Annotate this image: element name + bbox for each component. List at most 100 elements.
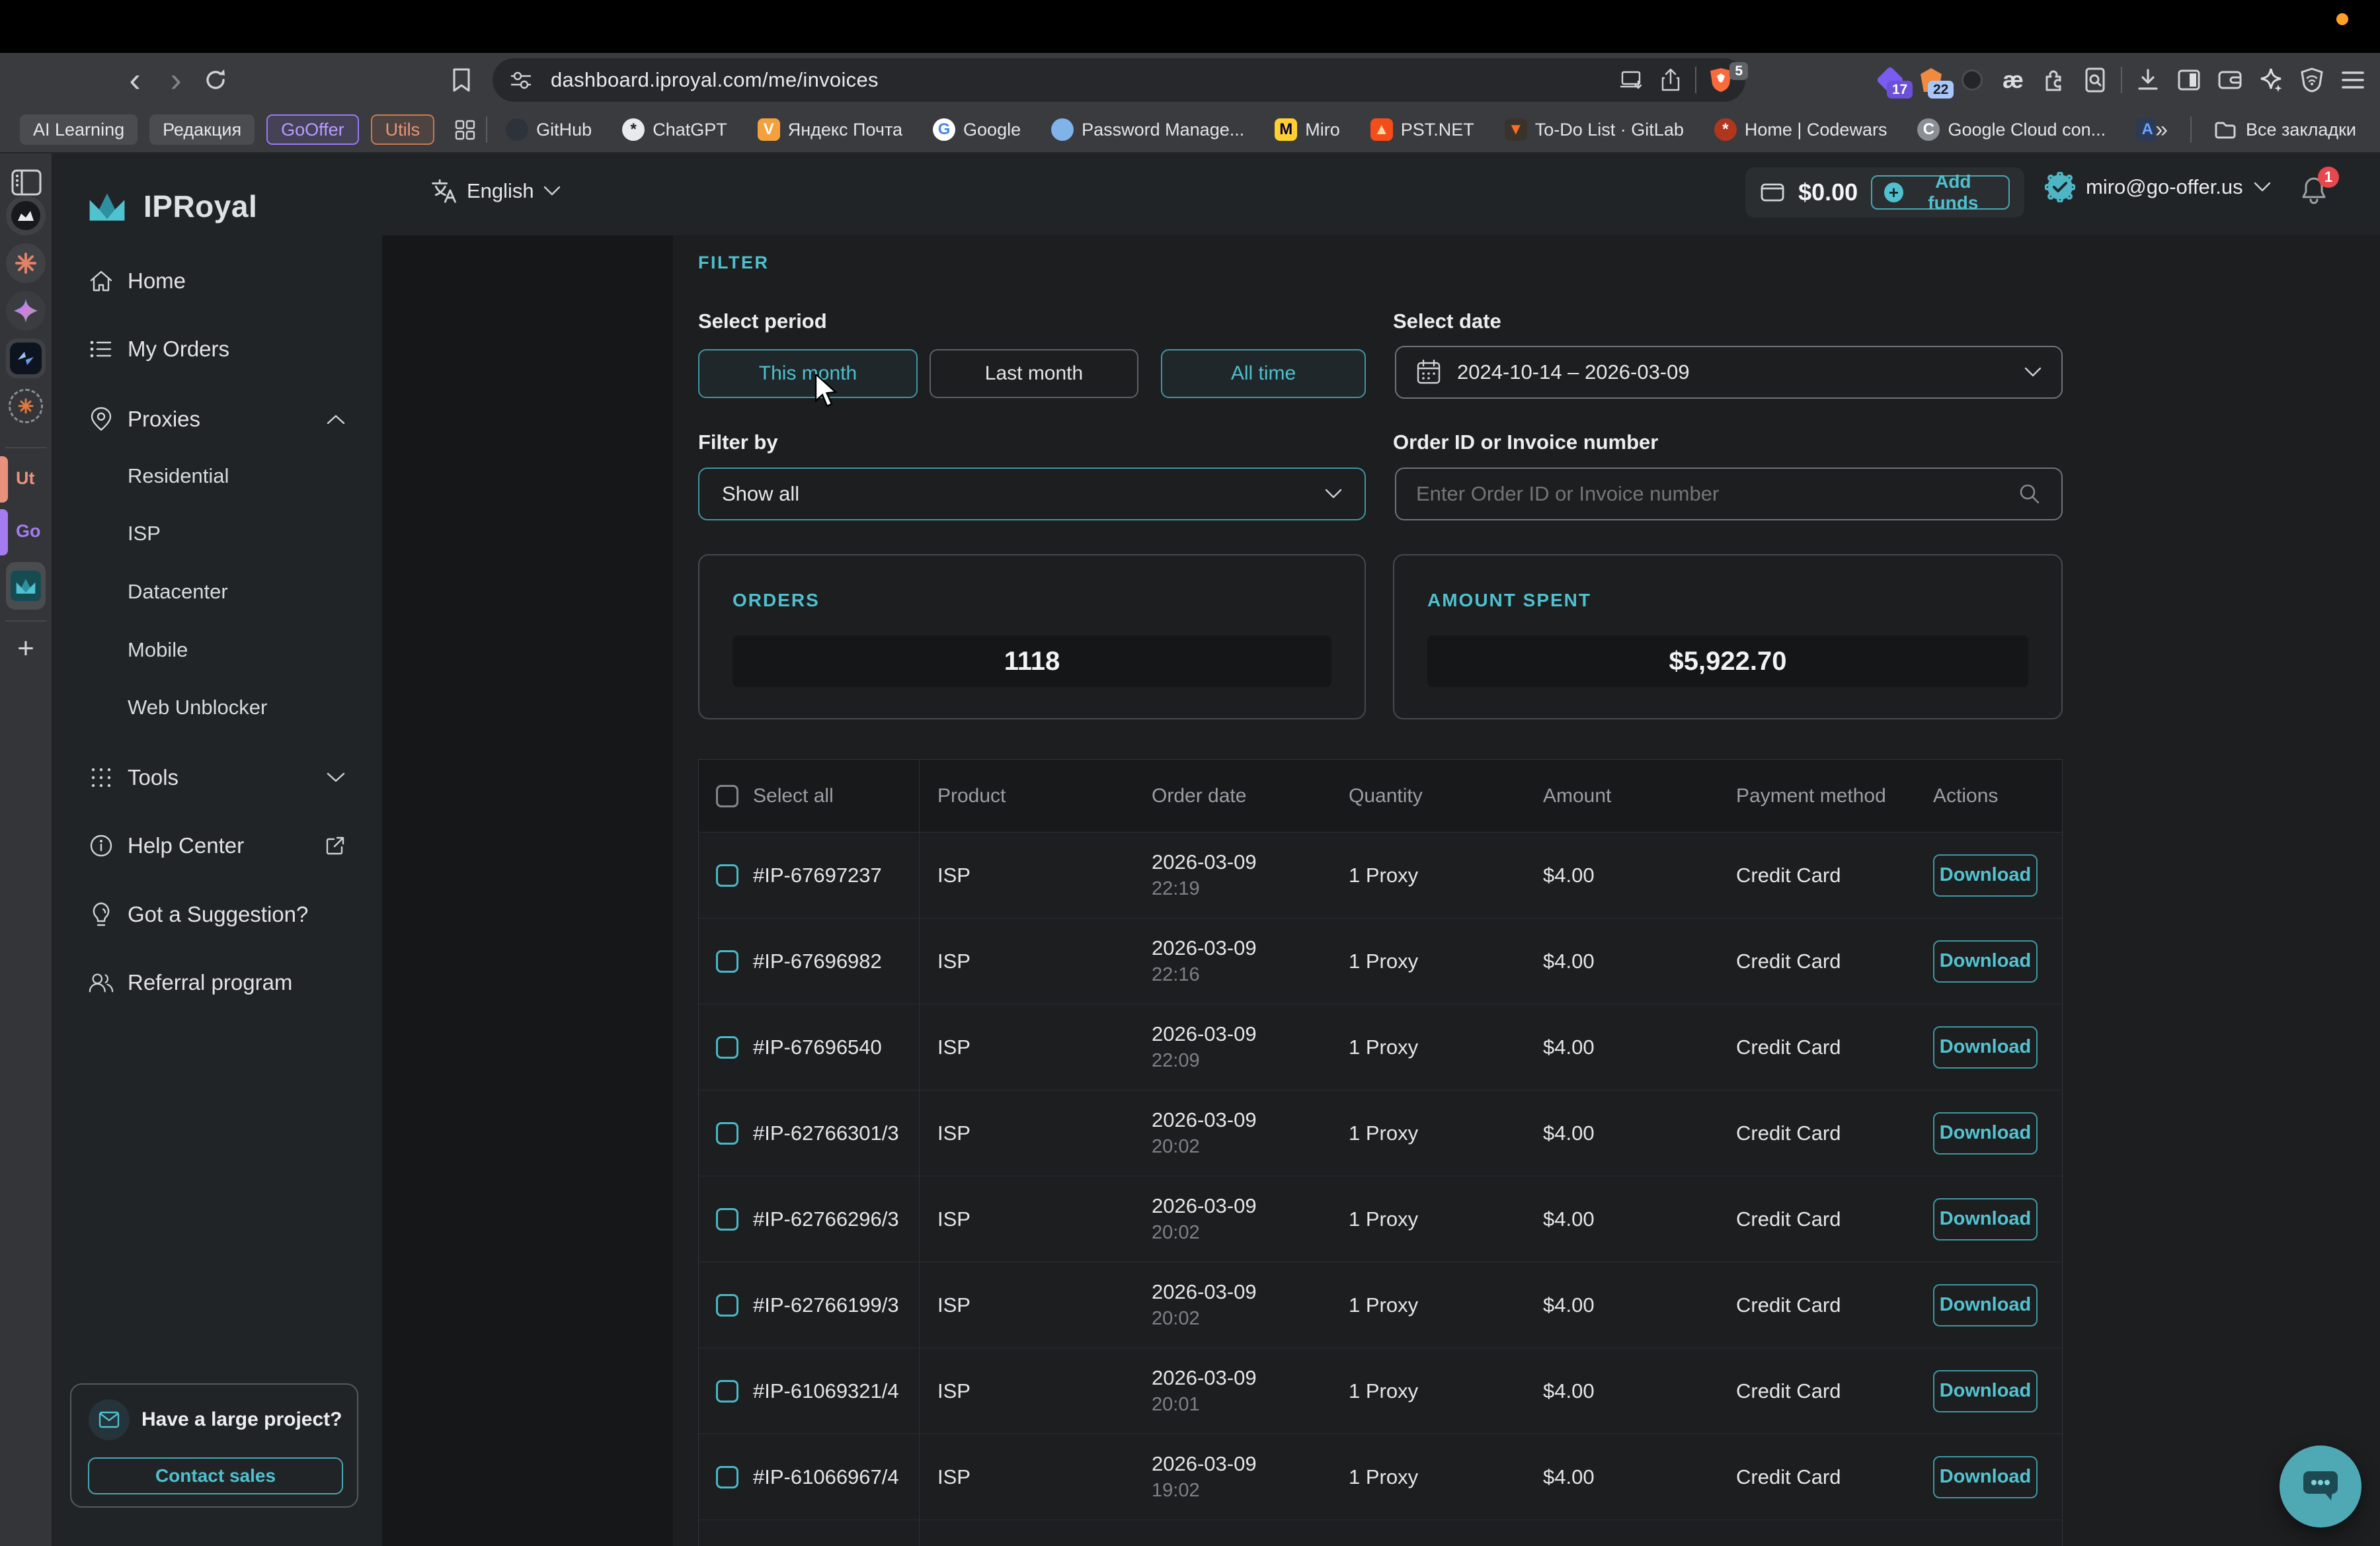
tab-group-gooffer-label[interactable]: Go <box>16 521 41 542</box>
bookmark-item[interactable]: * Home | Codewars <box>1714 118 1887 141</box>
sidebar-item-home[interactable]: Home <box>52 259 382 303</box>
send-to-device-icon[interactable] <box>1613 58 1651 102</box>
url-text[interactable]: dashboard.iproyal.com/me/invoices <box>551 68 879 92</box>
live-chat-button[interactable] <box>2280 1445 2361 1527</box>
app-logo[interactable]: IPRoyal <box>88 188 257 224</box>
bookmark-pill-gooffer[interactable]: GoOffer <box>266 114 359 145</box>
bookmark-pill-utils[interactable]: Utils <box>371 114 435 145</box>
brave-shields-icon[interactable]: 5 <box>1702 58 1740 102</box>
sidebar-item-suggestion[interactable]: Got a Suggestion? <box>52 893 382 936</box>
sidebar-item-residential[interactable]: Residential <box>52 454 382 498</box>
panel-toggle-icon[interactable] <box>11 168 42 197</box>
sidebar-item-referral[interactable]: Referral program <box>52 961 382 1004</box>
download-button[interactable]: Download <box>1933 854 2038 897</box>
bookmark-item[interactable]: ▼ To-Do List · GitLab <box>1505 118 1684 141</box>
sidebar-item-proxies[interactable]: Proxies <box>52 397 382 441</box>
sidebar-item-tools[interactable]: Tools <box>52 756 382 799</box>
row-checkbox[interactable] <box>716 1466 738 1488</box>
site-settings-icon[interactable] <box>502 58 540 102</box>
vpn-shield-icon[interactable] <box>2291 53 2332 107</box>
sidebar-item-help-center[interactable]: Help Center <box>52 824 382 868</box>
extension-orange-icon[interactable]: 22 <box>1911 53 1952 107</box>
sidebar-item-my-orders[interactable]: My Orders <box>52 327 382 371</box>
row-checkbox[interactable] <box>716 1122 738 1145</box>
extension-search-doc-icon[interactable] <box>2075 53 2116 107</box>
bookmark-item[interactable]: ▲ PST.NET <box>1370 118 1474 141</box>
all-bookmarks-button[interactable]: Все закладки <box>2214 120 2356 140</box>
leo-ai-icon[interactable] <box>2250 53 2291 107</box>
download-button[interactable]: Download <box>1933 1284 2038 1326</box>
bookmark-item[interactable]: V Яндекс Почта <box>758 118 902 141</box>
bookmarks-overflow-chevron[interactable]: » <box>2155 117 2168 143</box>
row-checkbox[interactable] <box>716 1036 738 1059</box>
bookmark-pill-ai-learning[interactable]: AI Learning <box>20 114 138 145</box>
wallet-icon[interactable] <box>2209 53 2250 107</box>
bookmark-item[interactable]: C Google Cloud con... <box>1917 118 2106 141</box>
row-checkbox[interactable] <box>716 1380 738 1403</box>
active-tab-iproyal-icon[interactable] <box>6 562 46 610</box>
sidebar-item-datacenter[interactable]: Datacenter <box>52 570 382 614</box>
account-menu[interactable]: miro@go-offer.us <box>2045 172 2271 202</box>
period-all-time-button[interactable]: All time <box>1161 349 1366 398</box>
download-button[interactable]: Download <box>1933 940 2038 983</box>
period-last-month-button[interactable]: Last month <box>930 349 1138 398</box>
date-range-input[interactable]: 2024-10-14 – 2026-03-09 <box>1395 346 2063 399</box>
pinned-tab-1-icon[interactable] <box>6 196 46 235</box>
reload-icon[interactable] <box>198 53 233 107</box>
row-checkbox[interactable] <box>716 950 738 973</box>
bookmark-item[interactable]: M Miro <box>1275 118 1340 141</box>
tab-group-utils-label[interactable]: Ut <box>16 468 35 489</box>
downloads-icon[interactable] <box>2127 53 2168 107</box>
menu-hamburger-icon[interactable] <box>2332 53 2373 107</box>
sidebar-item-isp[interactable]: ISP <box>52 512 382 555</box>
forward-icon[interactable]: › <box>159 53 193 107</box>
back-icon[interactable]: ‹ <box>118 53 152 107</box>
extension-dark-icon[interactable] <box>1952 53 1993 107</box>
period-this-month-button[interactable]: This month <box>698 349 918 398</box>
extension-puzzle-icon[interactable] <box>2034 53 2075 107</box>
tab-group-gooffer-bar[interactable] <box>0 509 8 555</box>
download-button[interactable]: Download <box>1933 1370 2038 1412</box>
order-id-input[interactable] <box>1416 482 2018 506</box>
language-selector[interactable]: English <box>430 177 561 205</box>
download-button[interactable]: Download <box>1933 1112 2038 1155</box>
cell-order-date: 2026-03-09 <box>1152 1022 1330 1046</box>
sidebar-toggle-icon[interactable] <box>2168 53 2209 107</box>
pinned-tab-3-icon[interactable] <box>6 291 46 331</box>
bookmark-flag-icon[interactable] <box>444 53 479 107</box>
bookmark-item[interactable]: A Miroslav - Microso... <box>2136 118 2155 141</box>
sidebar-item-web-unblocker[interactable]: Web Unblocker <box>52 686 382 729</box>
row-checkbox[interactable] <box>716 1208 738 1231</box>
pinned-tab-5-icon[interactable] <box>6 386 46 426</box>
share-icon[interactable] <box>1651 58 1690 102</box>
download-button[interactable]: Download <box>1933 1456 2038 1498</box>
new-tab-button[interactable]: + <box>0 632 52 665</box>
tab-group-utils-bar[interactable] <box>0 456 8 503</box>
bookmark-item[interactable]: GitHub <box>506 118 592 141</box>
row-checkbox[interactable] <box>716 864 738 887</box>
notifications-bell[interactable]: 1 <box>2299 175 2328 206</box>
pinned-tab-2-icon[interactable] <box>6 243 46 283</box>
chevron-up-icon[interactable] <box>326 413 346 425</box>
bookmark-item[interactable]: G Google <box>933 118 1021 141</box>
extension-ae-icon[interactable]: æ <box>1993 53 2034 107</box>
wallet-balance-pill[interactable]: $0.00 + Add funds <box>1745 167 2024 218</box>
add-funds-button[interactable]: + Add funds <box>1871 175 2010 210</box>
filter-by-select[interactable]: Show all <box>698 468 1366 520</box>
contact-sales-button[interactable]: Contact sales <box>88 1457 343 1494</box>
cell-product: ISP <box>919 864 1133 887</box>
url-bar[interactable]: dashboard.iproyal.com/me/invoices 5 <box>493 58 1745 102</box>
download-button[interactable]: Download <box>1933 1026 2038 1069</box>
sidebar-item-mobile[interactable]: Mobile <box>52 628 382 672</box>
pinned-tab-4-icon[interactable] <box>6 339 46 378</box>
select-all-checkbox[interactable] <box>716 785 738 807</box>
apps-grid-icon[interactable] <box>453 118 477 142</box>
extension-purple-icon[interactable]: 17 <box>1870 53 1911 107</box>
download-button[interactable]: Download <box>1933 1198 2038 1241</box>
row-checkbox[interactable] <box>716 1294 738 1317</box>
chevron-down-icon[interactable] <box>326 772 346 784</box>
bookmark-pill-redakcia[interactable]: Редакция <box>149 114 255 145</box>
bookmark-item[interactable]: * ChatGPT <box>622 118 727 141</box>
order-id-search-field[interactable] <box>1395 468 2063 520</box>
bookmark-item[interactable]: Password Manage... <box>1051 118 1244 141</box>
